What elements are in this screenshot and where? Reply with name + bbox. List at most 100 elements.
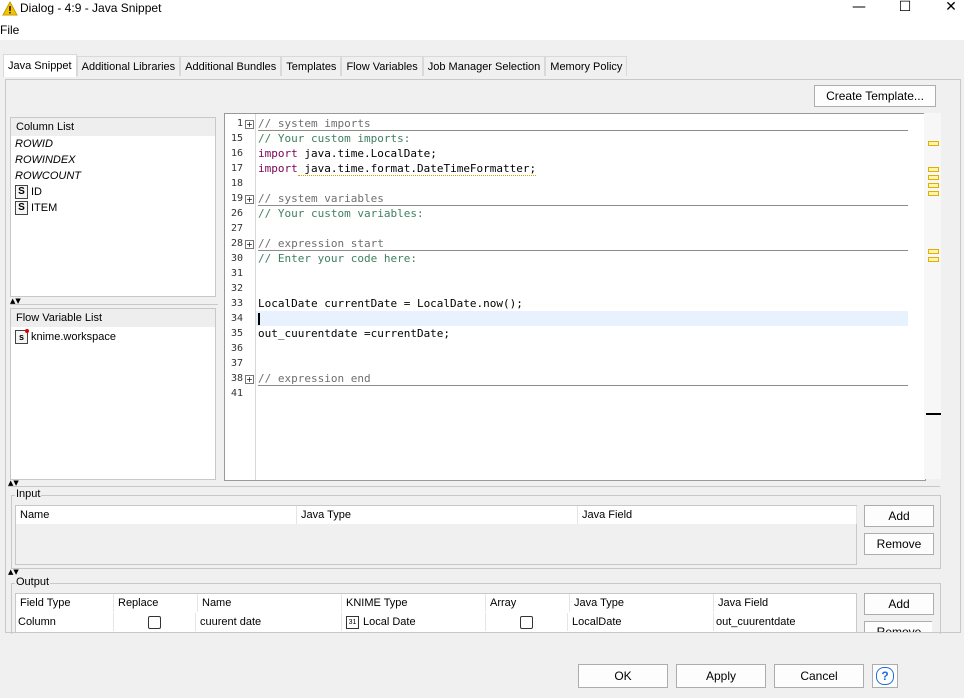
code-line[interactable]: // Enter your code here:: [258, 251, 417, 266]
output-remove-button[interactable]: Remove: [864, 621, 932, 632]
menu-file[interactable]: File: [0, 23, 19, 37]
marker-icon[interactable]: [928, 167, 939, 172]
column-item-item[interactable]: S ITEM: [11, 200, 215, 216]
tab-bar: Java Snippet Additional Libraries Additi…: [3, 54, 628, 77]
marker-icon[interactable]: [928, 141, 939, 146]
close-button[interactable]: ✕: [928, 0, 964, 20]
input-header-java-field[interactable]: Java Field: [578, 506, 857, 524]
output-header-java-field[interactable]: Java Field: [714, 594, 856, 612]
output-cell-replace[interactable]: [114, 613, 196, 631]
input-remove-button[interactable]: Remove: [864, 533, 934, 555]
tab-additional-bundles[interactable]: Additional Bundles: [180, 56, 282, 76]
code-line[interactable]: // Your custom imports:: [258, 131, 410, 146]
fold-expand-icon[interactable]: +: [245, 195, 254, 204]
line-number: 1: [236, 118, 243, 129]
line-number: 30: [230, 253, 243, 264]
tab-memory-policy[interactable]: Memory Policy: [545, 56, 628, 76]
tab-flow-variables[interactable]: Flow Variables: [341, 56, 423, 76]
fold-separator: [258, 385, 908, 386]
column-item-id[interactable]: S ID: [11, 184, 215, 200]
editor-vertical-scrollbar[interactable]: [924, 113, 941, 479]
output-cell-name[interactable]: cuurent date: [198, 613, 342, 631]
create-template-button[interactable]: Create Template...: [814, 85, 936, 107]
output-cell-field-type[interactable]: Column: [16, 613, 114, 631]
column-list-panel: Column List ROWID ROWINDEX ROWCOUNT S ID …: [10, 117, 216, 297]
output-group-title: Output: [15, 576, 51, 588]
line-number: 26: [230, 208, 243, 219]
output-header-field-type[interactable]: Field Type: [16, 594, 114, 612]
output-add-button[interactable]: Add: [864, 593, 934, 615]
output-cell-java-field[interactable]: out_cuurentdate: [714, 613, 856, 631]
fold-expand-icon[interactable]: +: [245, 240, 254, 249]
code-line[interactable]: // system variables: [258, 191, 384, 206]
red-dot-icon: [25, 329, 29, 334]
output-header-knime-type[interactable]: KNIME Type: [342, 594, 486, 612]
line-number-gutter: 1 +15 16 17 18 19 +26 27 28 +30 31 32 33 34 35 36 37 38 +4…: [225, 114, 256, 480]
cancel-button[interactable]: Cancel: [774, 664, 864, 688]
flow-variable-string-icon: s: [15, 329, 29, 345]
output-remove-button-clip: Remove: [864, 621, 932, 632]
marker-icon[interactable]: [928, 249, 939, 254]
line-number: 34: [230, 313, 243, 324]
splitter-arrows-icon[interactable]: ▲▼: [8, 569, 19, 576]
output-cell-knime-type[interactable]: 31 Local Date: [342, 613, 486, 631]
code-line[interactable]: // expression end: [258, 371, 371, 386]
marker-icon[interactable]: [928, 183, 939, 188]
output-header-array[interactable]: Array: [486, 594, 570, 612]
code-line[interactable]: // Your custom variables:: [258, 206, 424, 221]
code-line[interactable]: out_cuurentdate =currentDate;: [258, 326, 450, 341]
code-line[interactable]: LocalDate currentDate = LocalDate.now();: [258, 296, 523, 311]
code-line[interactable]: import java.time.format.DateTimeFormatte…: [258, 161, 537, 176]
output-header-replace[interactable]: Replace: [114, 594, 198, 612]
code-line[interactable]: import java.time.LocalDate;: [258, 146, 437, 161]
scroll-position-marker: [926, 413, 941, 415]
menu-bar: File: [0, 20, 964, 40]
tab-additional-libraries[interactable]: Additional Libraries: [76, 56, 181, 76]
apply-button[interactable]: Apply: [676, 664, 766, 688]
code-editor[interactable]: 1 +15 16 17 18 19 +26 27 28 +30 31 32 33 34 35 36 37 38 +4…: [224, 113, 926, 481]
output-header-java-type[interactable]: Java Type: [570, 594, 714, 612]
input-table[interactable]: Name Java Type Java Field: [15, 505, 857, 565]
output-cell-array[interactable]: [486, 613, 568, 631]
output-table[interactable]: Field Type Replace Name KNIME Type Array…: [15, 593, 857, 632]
column-item-rowindex[interactable]: ROWINDEX: [11, 152, 215, 168]
marker-icon[interactable]: [928, 175, 939, 180]
ok-button[interactable]: OK: [578, 664, 668, 688]
marker-icon[interactable]: [928, 257, 939, 262]
fold-expand-icon[interactable]: +: [245, 375, 254, 384]
text-cursor: [258, 313, 260, 325]
minimize-button[interactable]: —: [836, 0, 882, 20]
column-item-rowcount[interactable]: ROWCOUNT: [11, 168, 215, 184]
line-number: 19: [230, 193, 243, 204]
warning-triangle-icon: [2, 1, 18, 16]
maximize-button[interactable]: ☐: [882, 0, 928, 20]
line-number: 38: [230, 373, 243, 384]
code-text: java.time.format.DateTimeFormatter;: [297, 162, 537, 176]
line-number: 18: [230, 178, 243, 189]
tab-job-manager-selection[interactable]: Job Manager Selection: [422, 56, 546, 76]
output-header-name[interactable]: Name: [198, 594, 342, 612]
input-group-title: Input: [15, 488, 42, 500]
replace-checkbox[interactable]: [148, 615, 161, 629]
flow-variable-item[interactable]: s knime.workspace: [11, 327, 215, 345]
input-add-button[interactable]: Add: [864, 505, 934, 527]
line-number: 36: [230, 343, 243, 354]
fold-expand-icon[interactable]: +: [245, 120, 254, 129]
column-item-label: ID: [31, 186, 42, 198]
output-cell-java-type[interactable]: LocalDate: [570, 613, 714, 631]
tab-java-snippet[interactable]: Java Snippet: [3, 54, 77, 77]
input-header-java-type[interactable]: Java Type: [297, 506, 578, 524]
help-button[interactable]: ?: [872, 664, 898, 688]
splitter[interactable]: [8, 486, 940, 487]
marker-icon[interactable]: [928, 191, 939, 196]
code-line[interactable]: // system imports: [258, 116, 371, 131]
column-item-rowid[interactable]: ROWID: [11, 136, 215, 152]
window-title: Dialog - 4:9 - Java Snippet: [20, 1, 162, 15]
line-number: 28: [230, 238, 243, 249]
splitter[interactable]: [10, 304, 218, 305]
flow-variable-list-header: Flow Variable List: [11, 309, 215, 327]
input-header-name[interactable]: Name: [16, 506, 297, 524]
code-line[interactable]: // expression start: [258, 236, 384, 251]
array-checkbox[interactable]: [520, 615, 533, 629]
tab-templates[interactable]: Templates: [281, 56, 342, 76]
